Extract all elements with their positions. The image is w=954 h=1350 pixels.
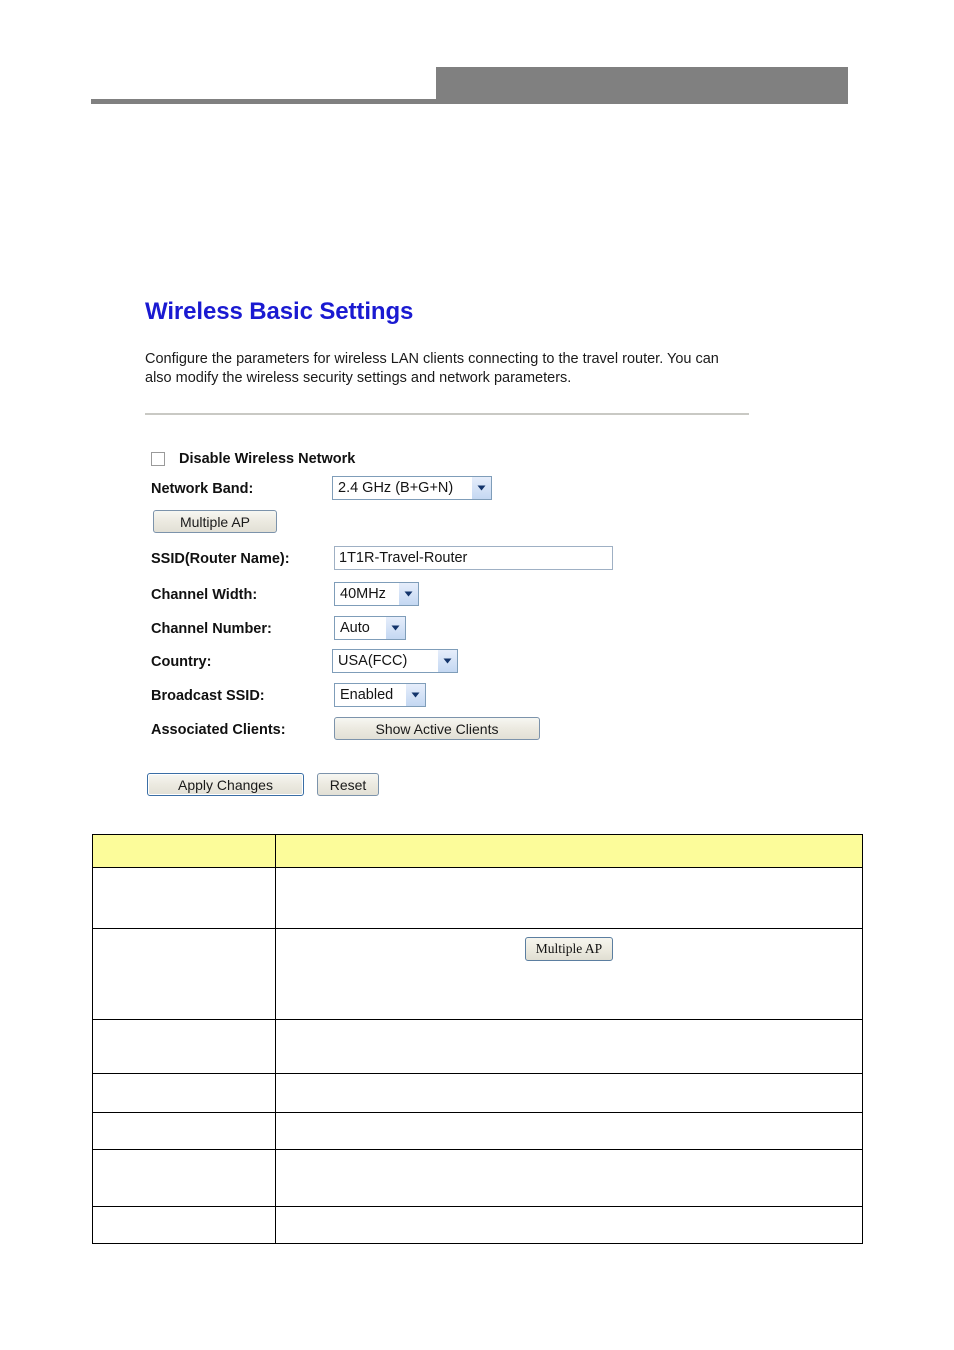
associated-clients-control: Show Active Clients <box>334 717 540 740</box>
table-header-description-cell <box>275 834 863 868</box>
chevron-down-icon[interactable] <box>471 477 491 499</box>
broadcast-ssid-select[interactable]: Enabled <box>334 683 426 707</box>
table-row <box>92 1019 863 1074</box>
table-cell-description: Multiple AP <box>275 928 863 1020</box>
table-row <box>92 867 863 929</box>
network-band-value: 2.4 GHz (B+G+N) <box>338 480 454 496</box>
page-header-rule <box>91 99 436 104</box>
broadcast-ssid-label: Broadcast SSID: <box>151 688 265 704</box>
chevron-down-icon[interactable] <box>398 583 418 605</box>
table-cell-term <box>92 928 276 1020</box>
router-settings-panel: Wireless Basic Settings Configure the pa… <box>125 282 818 810</box>
network-band-select[interactable]: 2.4 GHz (B+G+N) <box>332 476 492 500</box>
page-title: Wireless Basic Settings <box>145 298 414 325</box>
table-cell-term <box>92 1149 276 1207</box>
channel-number-control: Auto <box>334 616 406 640</box>
table-cell-term <box>92 1073 276 1113</box>
table-cell-description <box>275 1112 863 1150</box>
network-band-control: 2.4 GHz (B+G+N) <box>332 476 492 500</box>
table-description <box>276 1150 862 1206</box>
table-description <box>276 1113 862 1149</box>
table-row: Multiple AP <box>92 928 863 1020</box>
table-description <box>276 1020 862 1073</box>
table-row <box>92 1149 863 1207</box>
country-select[interactable]: USA(FCC) <box>332 649 458 673</box>
section-divider <box>145 413 749 415</box>
table-term <box>93 868 275 928</box>
table-term <box>93 1150 275 1206</box>
multiple-ap-button-inline[interactable]: Multiple AP <box>524 937 614 961</box>
table-description <box>276 1207 862 1243</box>
associated-clients-label: Associated Clients: <box>151 722 286 738</box>
table-cell-description <box>275 1073 863 1113</box>
table-term <box>93 1207 275 1243</box>
chevron-down-icon[interactable] <box>405 684 425 706</box>
channel-number-select[interactable]: Auto <box>334 616 406 640</box>
table-term <box>93 929 275 1019</box>
country-value: USA(FCC) <box>338 653 408 669</box>
table-cell-description <box>275 867 863 929</box>
channel-width-select[interactable]: 40MHz <box>334 582 419 606</box>
channel-width-label: Channel Width: <box>151 587 258 603</box>
page-header-band <box>436 67 848 104</box>
table-term <box>93 1074 275 1112</box>
channel-number-value: Auto <box>340 620 370 636</box>
network-band-label: Network Band: <box>151 481 254 497</box>
chevron-down-icon[interactable] <box>385 617 405 639</box>
table-header-term <box>93 835 275 867</box>
disable-wireless-network-label: Disable Wireless Network <box>179 451 356 467</box>
broadcast-ssid-value: Enabled <box>340 687 394 703</box>
table-row <box>92 1112 863 1150</box>
multiple-ap-control: Multiple AP <box>153 510 277 533</box>
table-description <box>276 1074 862 1112</box>
table-term <box>93 1113 275 1149</box>
country-control: USA(FCC) <box>332 649 458 673</box>
table-cell-description <box>275 1019 863 1074</box>
reset-button[interactable]: Reset <box>317 773 379 796</box>
multiple-ap-button[interactable]: Multiple AP <box>153 510 277 533</box>
table-cell-term <box>92 867 276 929</box>
disable-wireless-network-row[interactable]: Disable Wireless Network <box>151 446 355 472</box>
table-term <box>93 1020 275 1073</box>
chevron-down-icon[interactable] <box>437 650 457 672</box>
table-description <box>276 868 862 928</box>
broadcast-ssid-control: Enabled <box>334 683 426 707</box>
ssid-input[interactable]: 1T1R-Travel-Router <box>334 546 613 570</box>
form-actions: Apply Changes Reset <box>147 773 392 796</box>
show-active-clients-button[interactable]: Show Active Clients <box>334 717 540 740</box>
table-cell-term <box>92 1206 276 1244</box>
ssid-label: SSID(Router Name): <box>151 551 290 567</box>
table-header-row <box>92 834 863 868</box>
page-description: Configure the parameters for wireless LA… <box>145 351 719 386</box>
table-row <box>92 1206 863 1244</box>
channel-width-value: 40MHz <box>340 586 386 602</box>
channel-number-label: Channel Number: <box>151 621 272 637</box>
disable-wireless-network-checkbox[interactable] <box>151 452 165 466</box>
table-header-description <box>276 835 862 867</box>
table-cell-term <box>92 1019 276 1074</box>
ssid-control: 1T1R-Travel-Router <box>334 546 613 570</box>
table-cell-description <box>275 1206 863 1244</box>
multiple-ap-button-wrap: Multiple AP <box>284 929 854 961</box>
table-cell-term <box>92 1112 276 1150</box>
channel-width-control: 40MHz <box>334 582 419 606</box>
table-description: Multiple AP <box>276 929 862 1013</box>
table-header-term-cell <box>92 834 276 868</box>
apply-changes-button[interactable]: Apply Changes <box>147 773 304 796</box>
table-row <box>92 1073 863 1113</box>
table-cell-description <box>275 1149 863 1207</box>
parameter-description-table: Multiple AP <box>92 834 863 1244</box>
country-label: Country: <box>151 654 212 670</box>
